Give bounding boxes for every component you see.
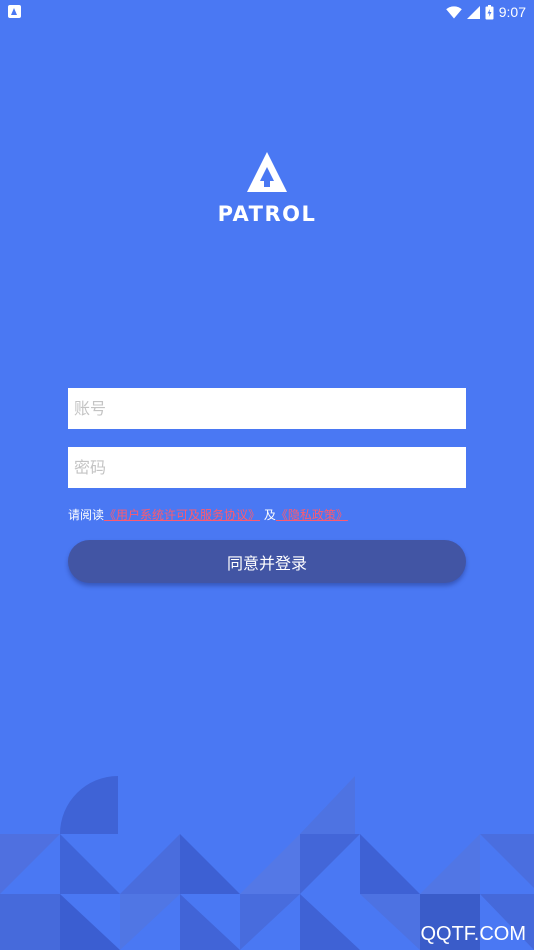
privacy-policy-link[interactable]: 《隐私政策》: [276, 508, 348, 522]
status-bar: 9:07: [0, 0, 534, 24]
password-input[interactable]: [68, 447, 466, 488]
app-notification-icon: [8, 5, 21, 18]
user-agreement-link[interactable]: 《用户系统许可及服务协议》: [104, 508, 260, 522]
tree-triangle-logo-icon: [247, 152, 287, 192]
account-input[interactable]: [68, 388, 466, 429]
agreement-text: 请阅读《用户系统许可及服务协议》 及《隐私政策》: [68, 506, 348, 523]
signal-icon: [466, 5, 480, 19]
wifi-icon: [445, 5, 462, 18]
watermark-text: QQTF.COM: [420, 923, 526, 945]
agree-and-login-button[interactable]: 同意并登录: [68, 540, 466, 583]
battery-icon: [485, 4, 494, 19]
agreement-conjunction: 及: [263, 508, 276, 522]
status-icons: 9:07: [445, 2, 526, 22]
app-logo: PATROL: [0, 150, 534, 226]
status-time: 9:07: [498, 4, 526, 20]
agreement-prefix: 请阅读: [68, 508, 105, 522]
logo-text: PATROL: [217, 202, 317, 226]
